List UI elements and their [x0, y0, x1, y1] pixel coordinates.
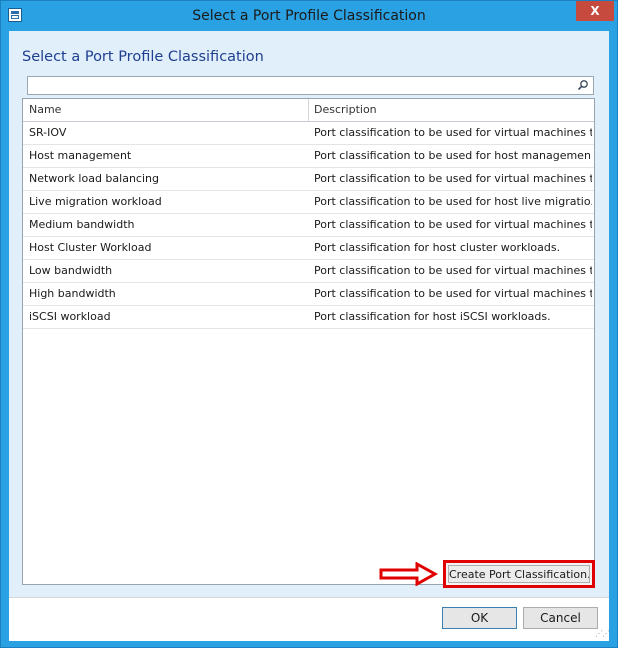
row-name: Medium bandwidth [29, 218, 135, 231]
cancel-button[interactable]: Cancel [523, 607, 598, 629]
table-row[interactable]: iSCSI workload Port classification for h… [23, 306, 594, 329]
ok-button[interactable]: OK [442, 607, 517, 629]
row-name: SR-IOV [29, 126, 67, 139]
table-body: SR-IOV Port classification to be used fo… [23, 122, 594, 329]
table-row[interactable]: Medium bandwidth Port classification to … [23, 214, 594, 237]
table-header: Name Description [23, 99, 594, 122]
create-port-classification-button[interactable]: Create Port Classification... [443, 560, 595, 588]
create-port-classification-label: Create Port Classification... [448, 565, 590, 583]
row-name: Network load balancing [29, 172, 159, 185]
search-icon[interactable] [577, 79, 589, 91]
dialog-content: Select a Port Profile Classification Nam… [9, 31, 609, 597]
row-description: Port classification for host cluster wor… [314, 241, 561, 254]
table-row[interactable]: Low bandwidth Port classification to be … [23, 260, 594, 283]
row-name: Host management [29, 149, 132, 162]
table-row[interactable]: Network load balancing Port classificati… [23, 168, 594, 191]
row-description: Port classification to be used for virtu… [314, 172, 592, 185]
dialog-client-area: Select a Port Profile Classification Nam… [9, 31, 610, 641]
row-description: Port classification for host iSCSI workl… [314, 310, 551, 323]
footer-divider [9, 597, 609, 598]
dialog-heading: Select a Port Profile Classification [22, 49, 264, 65]
column-header-name[interactable]: Name [29, 99, 61, 121]
row-name: High bandwidth [29, 287, 116, 300]
table-row[interactable]: Live migration workload Port classificat… [23, 191, 594, 214]
window-title: Select a Port Profile Classification [192, 8, 426, 24]
row-name: Live migration workload [29, 195, 162, 208]
row-name: Low bandwidth [29, 264, 113, 277]
resize-grip-icon[interactable]: ⋰⋰ [595, 629, 610, 639]
row-description: Port classification to be used for host … [314, 149, 592, 162]
red-outline-arrow-icon [379, 562, 439, 586]
search-input[interactable] [27, 76, 594, 95]
table-row[interactable]: High bandwidth Port classification to be… [23, 283, 594, 306]
dialog-window: Select a Port Profile Classification X S… [0, 0, 618, 648]
close-button[interactable]: X [576, 1, 614, 21]
row-name: iSCSI workload [29, 310, 111, 323]
row-description: Port classification to be used for host … [314, 195, 592, 208]
title-bar[interactable]: Select a Port Profile Classification X [1, 1, 617, 31]
table-row[interactable]: Host management Port classification to b… [23, 145, 594, 168]
table-row[interactable]: SR-IOV Port classification to be used fo… [23, 122, 594, 145]
row-description: Port classification to be used for virtu… [314, 218, 592, 231]
row-description: Port classification to be used for virtu… [314, 264, 592, 277]
classification-table: Name Description SR-IOV Port classificat… [22, 98, 595, 585]
row-name: Host Cluster Workload [29, 241, 152, 254]
column-header-description[interactable]: Description [314, 99, 377, 121]
row-description: Port classification to be used for virtu… [314, 287, 592, 300]
column-divider[interactable] [308, 99, 309, 121]
row-description: Port classification to be used for virtu… [314, 126, 592, 139]
table-row[interactable]: Host Cluster Workload Port classificatio… [23, 237, 594, 260]
